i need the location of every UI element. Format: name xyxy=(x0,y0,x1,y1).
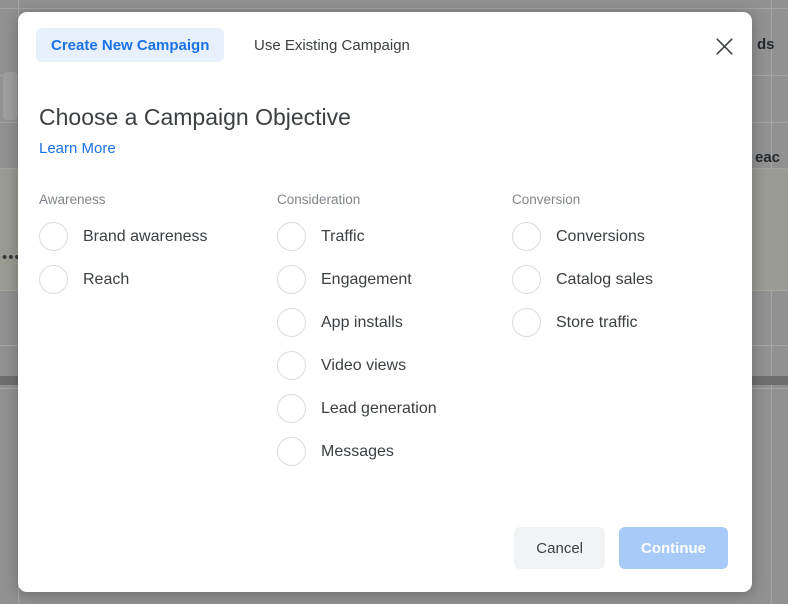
radio-icon[interactable] xyxy=(512,265,541,294)
radio-icon[interactable] xyxy=(39,222,68,251)
option-label: Messages xyxy=(321,442,394,460)
option-label: Brand awareness xyxy=(83,227,208,245)
option-label: Lead generation xyxy=(321,399,437,417)
learn-more-link[interactable]: Learn More xyxy=(39,140,116,157)
group-title: Awareness xyxy=(39,192,106,207)
tab-create-new-campaign[interactable]: Create New Campaign xyxy=(36,28,225,62)
objective-group-consideration: Consideration Traffic Engagement App ins… xyxy=(277,192,507,473)
option-reach[interactable]: Reach xyxy=(39,258,269,301)
close-icon xyxy=(715,37,733,55)
option-label: Traffic xyxy=(321,227,365,245)
group-title: Conversion xyxy=(512,192,581,207)
option-messages[interactable]: Messages xyxy=(277,430,507,473)
option-label: Conversions xyxy=(556,227,645,245)
option-traffic[interactable]: Traffic xyxy=(277,215,507,258)
group-title: Consideration xyxy=(277,192,361,207)
option-store-traffic[interactable]: Store traffic xyxy=(512,301,742,344)
option-app-installs[interactable]: App installs xyxy=(277,301,507,344)
option-brand-awareness[interactable]: Brand awareness xyxy=(39,215,269,258)
radio-icon[interactable] xyxy=(277,308,306,337)
radio-icon[interactable] xyxy=(277,394,306,423)
backdrop-text-fragment: eac xyxy=(755,149,781,166)
backdrop-column-edge xyxy=(771,0,772,604)
radio-icon[interactable] xyxy=(277,222,306,251)
option-catalog-sales[interactable]: Catalog sales xyxy=(512,258,742,301)
option-conversions[interactable]: Conversions xyxy=(512,215,742,258)
option-lead-generation[interactable]: Lead generation xyxy=(277,387,507,430)
page-title: Choose a Campaign Objective xyxy=(39,104,351,130)
objective-group-awareness: Awareness Brand awareness Reach xyxy=(39,192,269,301)
continue-button[interactable]: Continue xyxy=(619,527,728,569)
option-engagement[interactable]: Engagement xyxy=(277,258,507,301)
radio-icon[interactable] xyxy=(277,437,306,466)
backdrop-sidebar-chip xyxy=(3,72,17,120)
objective-group-conversion: Conversion Conversions Catalog sales Sto… xyxy=(512,192,742,344)
radio-icon[interactable] xyxy=(512,222,541,251)
campaign-objective-dialog: Create New Campaign Use Existing Campaig… xyxy=(18,12,752,592)
option-label: Store traffic xyxy=(556,313,638,331)
option-label: Video views xyxy=(321,356,407,374)
radio-icon[interactable] xyxy=(277,351,306,380)
close-button[interactable] xyxy=(710,32,738,60)
radio-icon[interactable] xyxy=(39,265,68,294)
option-label: Catalog sales xyxy=(556,270,653,288)
option-label: Reach xyxy=(83,270,130,288)
option-label: App installs xyxy=(321,313,403,331)
tab-use-existing-campaign[interactable]: Use Existing Campaign xyxy=(240,28,424,62)
option-label: Engagement xyxy=(321,270,412,288)
radio-icon[interactable] xyxy=(277,265,306,294)
backdrop-text-fragment: ds xyxy=(757,36,775,53)
dialog-footer: Cancel Continue xyxy=(514,527,728,569)
radio-icon[interactable] xyxy=(512,308,541,337)
dialog-tab-bar: Create New Campaign Use Existing Campaig… xyxy=(18,12,752,78)
option-video-views[interactable]: Video views xyxy=(277,344,507,387)
backdrop-row-divider xyxy=(0,8,788,9)
cancel-button[interactable]: Cancel xyxy=(514,527,605,569)
